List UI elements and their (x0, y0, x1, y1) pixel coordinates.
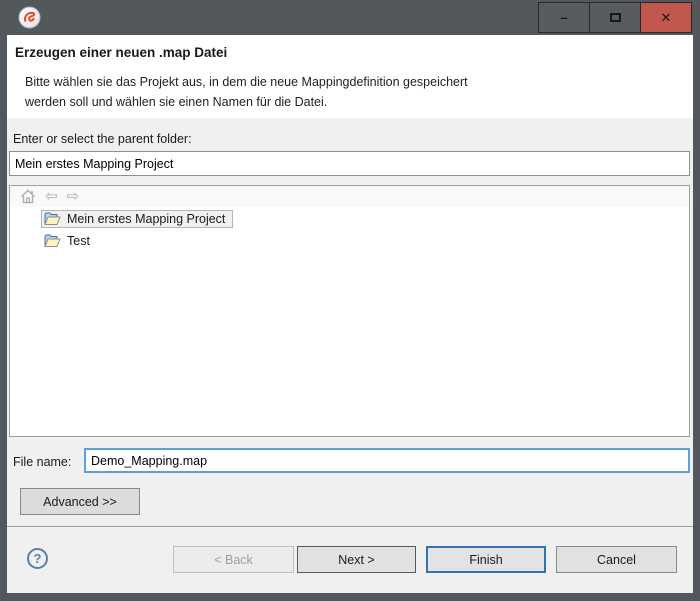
open-folder-icon (44, 212, 61, 226)
project-tree-panel: ⇦ ⇨ Mein erstes Mapping Project (9, 185, 690, 437)
wizard-header: Erzeugen einer neuen .map Datei Bitte wä… (7, 35, 693, 118)
parent-folder-input[interactable] (9, 151, 690, 176)
next-button[interactable]: Next > (297, 546, 416, 573)
parent-folder-label: Enter or select the parent folder: (13, 132, 192, 146)
cancel-button[interactable]: Cancel (556, 546, 677, 573)
footer-separator (7, 526, 693, 527)
forward-arrow-icon[interactable]: ⇨ (67, 189, 80, 204)
page-title: Erzeugen einer neuen .map Datei (15, 45, 227, 60)
new-map-file-dialog: – ✕ Erzeugen einer neuen .map Datei Bitt… (0, 0, 700, 601)
maximize-button[interactable] (589, 2, 641, 33)
maximize-icon (610, 13, 621, 22)
close-icon: ✕ (661, 10, 672, 26)
dialog-body: Erzeugen einer neuen .map Datei Bitte wä… (7, 35, 693, 593)
page-description-line2: werden soll und wählen sie einen Namen f… (25, 92, 468, 112)
app-logo-icon (18, 6, 41, 29)
tree-item-label: Mein erstes Mapping Project (67, 212, 225, 226)
minimize-button[interactable]: – (538, 2, 590, 33)
help-button[interactable]: ? (27, 548, 48, 569)
tree-item-label: Test (67, 234, 90, 248)
tree-toolbar: ⇦ ⇨ (10, 186, 689, 207)
close-button[interactable]: ✕ (640, 2, 692, 33)
open-folder-icon (44, 234, 61, 248)
window-controls: – ✕ (539, 2, 692, 33)
page-description: Bitte wählen sie das Projekt aus, in dem… (25, 72, 468, 112)
page-description-line1: Bitte wählen sie das Projekt aus, in dem… (25, 72, 468, 92)
help-icon: ? (34, 551, 42, 566)
finish-button[interactable]: Finish (426, 546, 546, 573)
minimize-icon: – (560, 10, 567, 25)
home-icon[interactable] (20, 189, 36, 204)
back-arrow-icon[interactable]: ⇦ (45, 189, 58, 204)
advanced-button[interactable]: Advanced >> (20, 488, 140, 515)
file-name-label: File name: (13, 455, 71, 469)
file-name-input[interactable] (84, 448, 690, 473)
tree-row: Test (10, 230, 689, 252)
titlebar[interactable]: – ✕ (0, 0, 700, 35)
back-button[interactable]: < Back (173, 546, 294, 573)
tree-item-test[interactable]: Test (41, 232, 98, 250)
tree-row: Mein erstes Mapping Project (10, 208, 689, 230)
tree-item-mein-erstes-mapping-project[interactable]: Mein erstes Mapping Project (41, 210, 233, 228)
tree-items: Mein erstes Mapping Project Test (10, 207, 689, 252)
